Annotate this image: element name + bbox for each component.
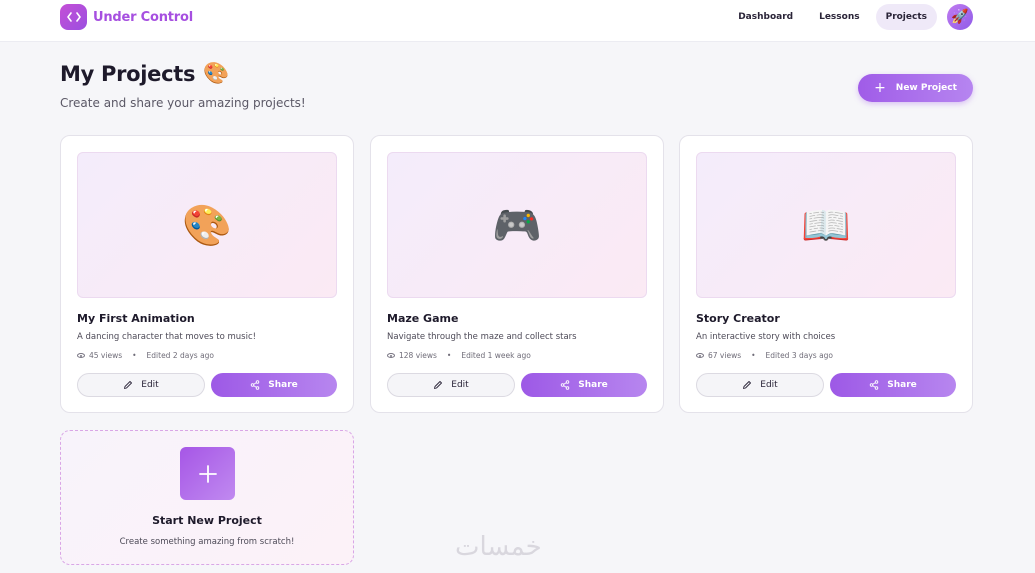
project-title: Maze Game [387,312,459,325]
project-views: 128 views [399,351,437,360]
project-thumbnail[interactable]: 🎨 [77,152,337,298]
share-label: Share [578,380,608,390]
project-description: A dancing character that moves to music! [77,332,257,342]
brand-name: Under Control [93,9,194,25]
palette-icon: 🎨 [203,61,230,85]
share-button[interactable]: Share [211,373,337,397]
project-title: My First Animation [77,312,195,325]
brand[interactable]: Under Control [60,4,193,30]
project-thumbnail[interactable]: 📖 [696,152,956,298]
separator-dot: • [446,351,452,360]
share-label: Share [268,380,298,390]
eye-icon [77,353,85,358]
plus-icon[interactable] [180,447,235,500]
code-icon [60,4,87,30]
nav-link-projects[interactable]: Projects [875,4,937,30]
start-new-project-card[interactable]: Start New Project Create something amazi… [60,430,354,565]
pencil-icon [434,381,443,389]
page-title: My Projects 🎨 [60,61,229,86]
edit-label: Edit [141,380,159,390]
palette-icon: 🎨 [182,202,232,249]
project-views: 67 views [708,351,742,360]
start-new-project-description: Create something amazing from scratch! [119,537,295,547]
project-edited: Edited 3 days ago [765,351,834,360]
page-subtitle: Create and share your amazing projects! [60,96,306,110]
book-icon: 📖 [801,202,851,249]
separator-dot: • [751,351,756,360]
nav-links: Dashboard Lessons Projects 🚀 [728,4,973,30]
project-views: 45 views [89,351,123,360]
start-new-project-title: Start New Project [152,514,262,527]
pencil-icon [743,381,752,389]
gamepad-icon: 🎮 [492,202,542,249]
watermark: خمسات [455,532,542,562]
share-icon [869,380,879,390]
project-edited: Edited 1 week ago [461,351,531,360]
pencil-icon [124,381,133,389]
share-label: Share [887,380,917,390]
project-meta: 128 views • Edited 1 week ago [387,351,531,360]
share-icon [250,380,260,390]
new-project-button[interactable]: + New Project [858,74,973,102]
plus-icon: + [874,80,886,96]
project-card[interactable]: 🎨 My First Animation A dancing character… [60,135,354,413]
project-edited: Edited 2 days ago [146,351,215,360]
avatar[interactable]: 🚀 [947,4,973,30]
edit-button[interactable]: Edit [696,373,824,397]
eye-icon [387,353,395,358]
edit-button[interactable]: Edit [387,373,515,397]
nav-link-lessons[interactable]: Lessons [809,4,870,30]
project-card[interactable]: 📖 Story Creator An interactive story wit… [679,135,973,413]
new-project-label: New Project [895,83,957,93]
project-meta: 67 views • Edited 3 days ago [696,351,833,360]
project-description: Navigate through the maze and collect st… [387,332,577,342]
edit-label: Edit [451,380,469,390]
page-heading: My Projects [60,61,196,86]
project-description: An interactive story with choices [696,332,836,342]
nav-link-dashboard[interactable]: Dashboard [728,4,803,30]
project-card[interactable]: 🎮 Maze Game Navigate through the maze an… [370,135,664,413]
rocket-icon: 🚀 [951,9,969,25]
eye-icon [696,353,704,358]
edit-label: Edit [760,380,778,390]
top-navbar: Under Control Dashboard Lessons Projects… [0,0,1035,42]
separator-dot: • [132,351,137,360]
edit-button[interactable]: Edit [77,373,205,397]
share-icon [560,380,570,390]
share-button[interactable]: Share [830,373,956,397]
project-meta: 45 views • Edited 2 days ago [77,351,214,360]
project-thumbnail[interactable]: 🎮 [387,152,647,298]
project-title: Story Creator [696,312,780,325]
share-button[interactable]: Share [521,373,647,397]
